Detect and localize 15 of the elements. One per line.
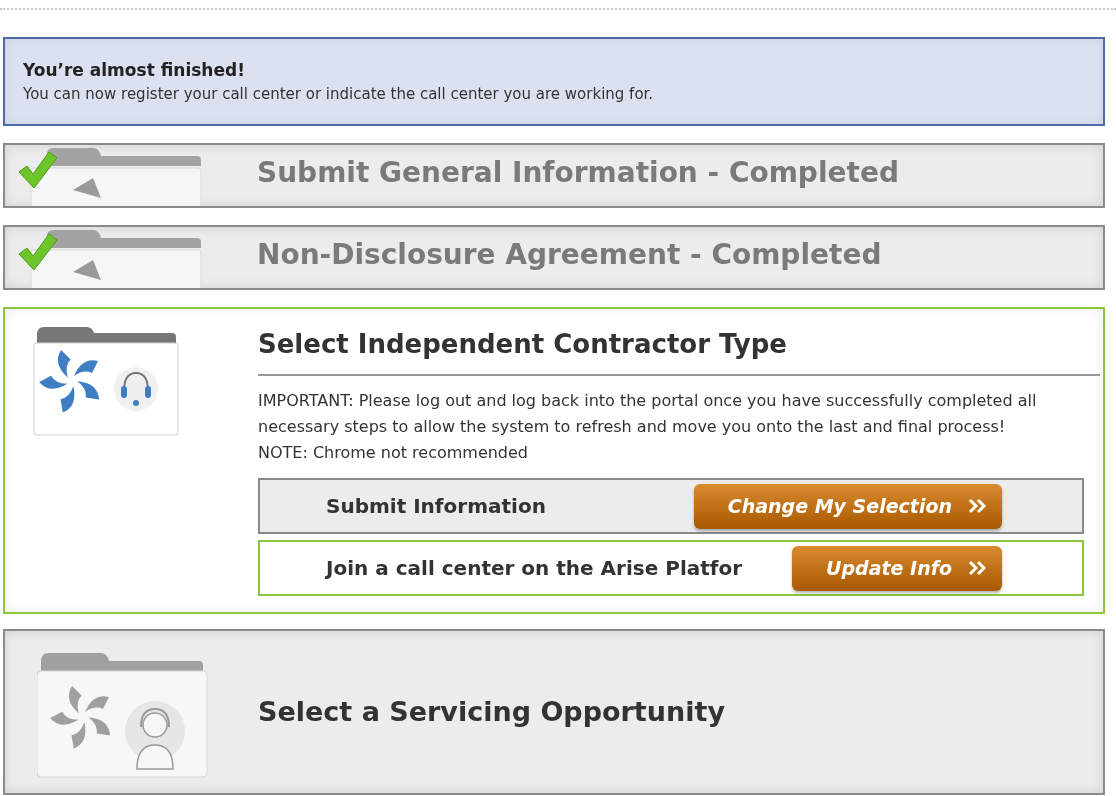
action-button[interactable]: Change My Selection bbox=[693, 483, 1002, 529]
action-label: Submit Information bbox=[326, 493, 547, 520]
banner-message: You can now register your call center or indicate the call center you are working for. bbox=[23, 84, 655, 105]
step-title: Select Independent Contractor Type bbox=[258, 328, 788, 361]
double-chevron-icon bbox=[968, 498, 988, 514]
action-button[interactable]: Update Info bbox=[792, 545, 1002, 591]
step-title: Submit General Information - Completed bbox=[257, 155, 899, 191]
double-chevron-icon bbox=[968, 560, 988, 576]
important-notice: IMPORTANT: Please log out and log back into the portal once you have successfully completed all necessary steps to allow the system to refresh and move you onto the last and final process! NOTE: Chrome not recommended bbox=[258, 390, 1038, 464]
banner-title: You’re almost finished! bbox=[23, 58, 246, 82]
folder-icon bbox=[37, 651, 209, 779]
folder-icon bbox=[32, 325, 182, 437]
action-label: Join a call center on the Arise Platfor bbox=[326, 555, 744, 582]
step-title: Non-Disclosure Agreement - Completed bbox=[257, 237, 882, 273]
step-title: Select a Servicing Opportunity bbox=[258, 694, 725, 729]
